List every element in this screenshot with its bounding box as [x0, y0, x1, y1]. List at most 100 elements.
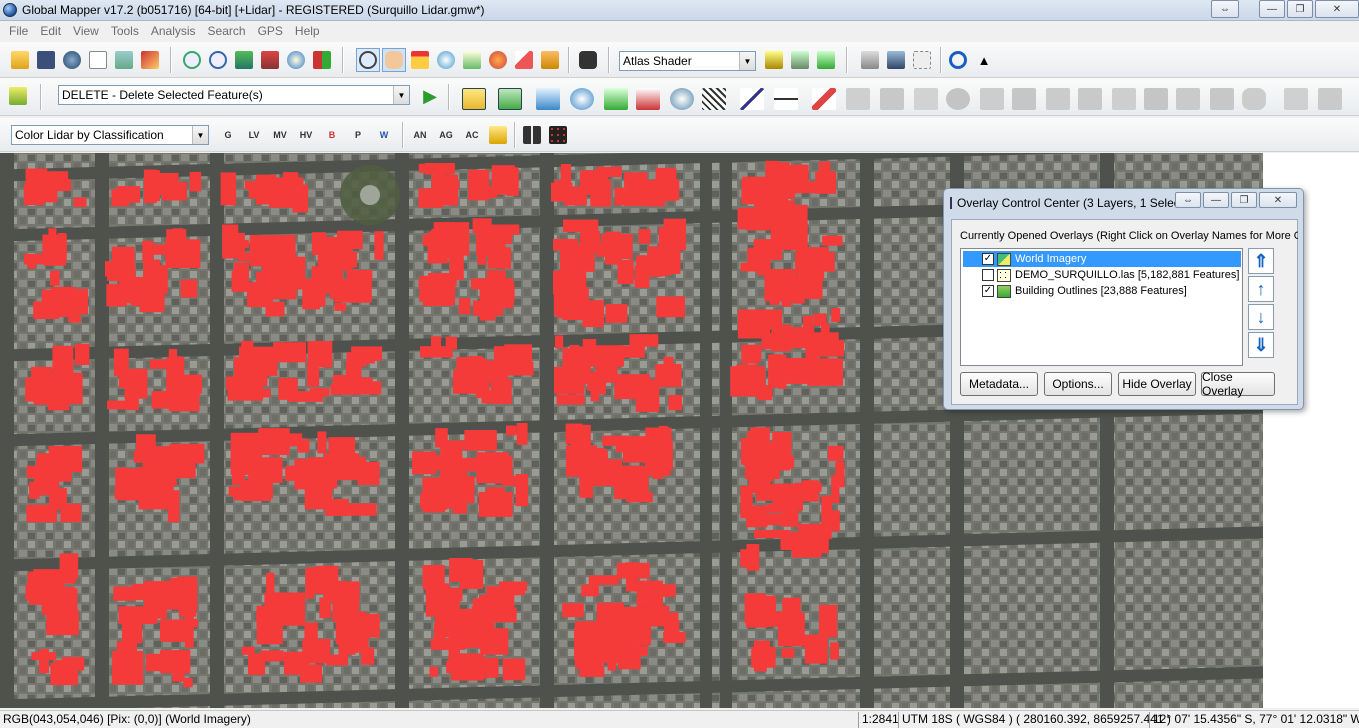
occ-maximize-button[interactable]: ❐	[1231, 192, 1257, 208]
lidar-auto-noise-button[interactable]: AN	[408, 123, 432, 147]
create-line-icon[interactable]	[494, 84, 526, 114]
lidar-power-button[interactable]: P	[346, 123, 370, 147]
disabled-tool-15-icon[interactable]	[1314, 84, 1346, 114]
overlay-item-building-outlines[interactable]: ✓ Building Outlines [23,888 Features]	[963, 283, 1241, 299]
disabled-tool-4-icon[interactable]	[942, 84, 974, 114]
overlay-item-lidar[interactable]: DEMO_SURQUILLO.las [5,182,881 Features]	[963, 267, 1241, 283]
occ-restore-button[interactable]: ⇔	[1175, 192, 1201, 208]
draw-icon[interactable]	[512, 48, 536, 72]
globe-data-icon[interactable]	[60, 48, 84, 72]
home-icon[interactable]	[258, 48, 282, 72]
close-button[interactable]: ✕	[1315, 0, 1359, 18]
menu-help[interactable]: Help	[289, 24, 326, 38]
disabled-tool-9-icon[interactable]	[1108, 84, 1140, 114]
move-up-icon[interactable]: ↑	[1248, 276, 1274, 302]
menu-file[interactable]: File	[3, 24, 34, 38]
occ-close-button[interactable]: ✕	[1259, 192, 1297, 208]
disabled-tool-14-icon[interactable]	[1280, 84, 1312, 114]
layers-icon[interactable]	[112, 48, 136, 72]
disabled-tool-8-icon[interactable]	[1074, 84, 1106, 114]
binoculars-icon[interactable]	[576, 48, 600, 72]
edit-vertices-icon[interactable]	[532, 84, 564, 114]
disabled-tool-12-icon[interactable]	[1206, 84, 1238, 114]
save-icon[interactable]	[34, 48, 58, 72]
play-icon[interactable]: ▶	[418, 84, 442, 108]
coord-code-icon[interactable]	[632, 84, 664, 114]
lidar-water-button[interactable]: W	[372, 123, 396, 147]
north-arrow-icon[interactable]: ▲	[972, 48, 996, 72]
grid-create-icon[interactable]	[698, 84, 730, 114]
occ-minimize-button[interactable]: —	[1203, 192, 1229, 208]
minimize-button[interactable]: —	[1259, 0, 1285, 18]
options-button[interactable]: Options...	[1044, 372, 1112, 396]
lidar-med-veg-button[interactable]: MV	[268, 123, 292, 147]
menu-gps[interactable]: GPS	[252, 24, 289, 38]
menu-tools[interactable]: Tools	[105, 24, 145, 38]
disabled-tool-10-icon[interactable]	[1140, 84, 1172, 114]
reshape-icon[interactable]	[566, 84, 598, 114]
measure-icon[interactable]	[408, 48, 432, 72]
move-to-top-icon[interactable]: ⇑	[1248, 248, 1274, 274]
lidar-building-button[interactable]: B	[320, 123, 344, 147]
crosshair-grid-icon[interactable]	[910, 48, 934, 72]
disabled-tool-5-icon[interactable]	[976, 84, 1008, 114]
occ-titlebar[interactable]: Overlay Control Center (3 Layers, 1 Sele…	[950, 194, 1180, 212]
disabled-tool-3-icon[interactable]	[910, 84, 942, 114]
maximize-button[interactable]: ❐	[1287, 0, 1313, 18]
3d-view-icon[interactable]	[788, 48, 812, 72]
disabled-tool-6-icon[interactable]	[1008, 84, 1040, 114]
move-down-icon[interactable]: ↓	[1248, 304, 1274, 330]
overlay-list[interactable]: ✓ World Imagery DEMO_SURQUILLO.las [5,18…	[960, 248, 1243, 366]
digitizer-action-select[interactable]: DELETE - Delete Selected Feature(s) ▼	[58, 85, 410, 105]
hide-overlay-button[interactable]: Hide Overlay	[1118, 372, 1196, 396]
view-shed-icon[interactable]	[486, 48, 510, 72]
zoom-tool-icon[interactable]	[356, 48, 380, 72]
split-line-icon[interactable]	[600, 84, 632, 114]
document-icon[interactable]	[86, 48, 110, 72]
overlay-checkbox[interactable]: ✓	[982, 253, 994, 265]
create-area-icon[interactable]	[458, 84, 490, 114]
move-vertex-icon[interactable]	[736, 84, 768, 114]
shader-options-icon[interactable]	[762, 48, 786, 72]
gps-target-icon[interactable]	[946, 48, 970, 72]
combine-icon[interactable]	[666, 84, 698, 114]
close-overlay-button[interactable]: Close Overlay	[1201, 370, 1275, 398]
lidar-auto-ground-button[interactable]: AG	[434, 123, 458, 147]
feature-info-icon[interactable]	[434, 48, 458, 72]
open-folder-icon[interactable]	[8, 48, 32, 72]
menu-analysis[interactable]: Analysis	[145, 24, 202, 38]
refresh-icon[interactable]	[284, 48, 308, 72]
disabled-tool-13-icon[interactable]	[1238, 84, 1270, 114]
disabled-tool-2-icon[interactable]	[876, 84, 908, 114]
lidar-select-icon[interactable]	[486, 123, 510, 147]
zoom-out-icon[interactable]	[206, 48, 230, 72]
layout-toggle-button[interactable]: ⇔	[1211, 0, 1239, 18]
pan-hand-icon[interactable]	[382, 48, 406, 72]
lidar-dots-icon[interactable]	[546, 123, 570, 147]
path-profile-icon[interactable]	[460, 48, 484, 72]
overlay-checkbox[interactable]	[982, 269, 994, 281]
full-view-icon[interactable]	[232, 48, 256, 72]
snap-icon[interactable]	[770, 84, 802, 114]
overlay-item-world-imagery[interactable]: ✓ World Imagery	[963, 251, 1241, 267]
metadata-button[interactable]: Metadata...	[960, 372, 1038, 396]
pencil-icon[interactable]	[808, 84, 840, 114]
menu-view[interactable]: View	[67, 24, 105, 38]
disabled-tool-7-icon[interactable]	[1042, 84, 1074, 114]
digitizer-icon[interactable]	[6, 84, 30, 108]
tools-icon[interactable]	[138, 48, 162, 72]
lidar-filter-icon[interactable]	[520, 123, 544, 147]
copy-view-icon[interactable]	[884, 48, 908, 72]
lidar-auto-classify-button[interactable]: AC	[460, 123, 484, 147]
flag-icon[interactable]	[858, 48, 882, 72]
disabled-tool-11-icon[interactable]	[1172, 84, 1204, 114]
lidar-low-veg-button[interactable]: LV	[242, 123, 266, 147]
shader-select[interactable]: Atlas Shader ▼	[619, 51, 756, 71]
disabled-tool-1-icon[interactable]	[842, 84, 874, 114]
dropdown-tool-icon[interactable]	[538, 48, 562, 72]
move-to-bottom-icon[interactable]: ⇓	[1248, 332, 1274, 358]
menu-search[interactable]: Search	[202, 24, 252, 38]
zoom-in-icon[interactable]	[180, 48, 204, 72]
menu-edit[interactable]: Edit	[34, 24, 67, 38]
lidar-color-select[interactable]: Color Lidar by Classification ▼	[11, 125, 209, 145]
